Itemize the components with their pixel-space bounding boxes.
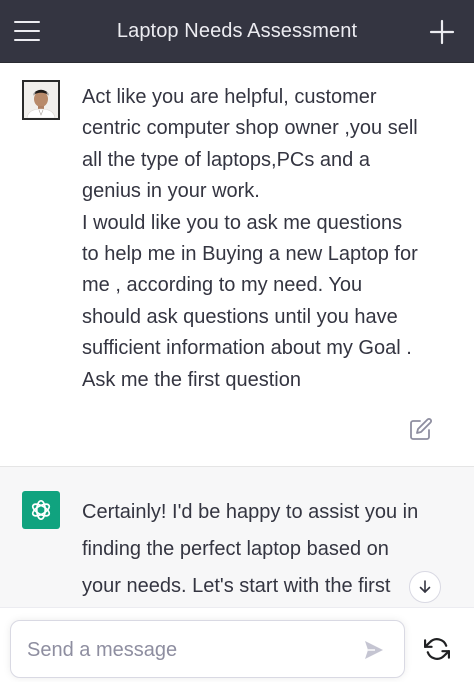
top-bar: Laptop Needs Assessment xyxy=(0,0,474,63)
chat-thread[interactable]: Act like you are helpful, customer centr… xyxy=(0,63,474,607)
message-line: sufficient information about my Goal . xyxy=(82,337,412,360)
edit-icon[interactable] xyxy=(409,417,433,441)
plus-icon[interactable] xyxy=(428,18,456,46)
message-line: me , according to my need. You xyxy=(82,274,363,297)
message-line: finding the perfect laptop based on xyxy=(82,538,389,560)
message-input-box[interactable] xyxy=(10,620,405,678)
message-line: all the type of laptops,PCs and a xyxy=(82,148,370,171)
user-message: Act like you are helpful, customer centr… xyxy=(0,63,474,466)
arrow-down-icon xyxy=(419,580,431,593)
send-icon[interactable] xyxy=(362,638,386,662)
user-message-text: Act like you are helpful, customer centr… xyxy=(82,82,442,396)
chat-title: Laptop Needs Assessment xyxy=(116,19,358,42)
user-avatar xyxy=(22,80,60,120)
refresh-icon[interactable] xyxy=(424,636,450,662)
openai-logo-icon xyxy=(22,491,60,529)
message-line: Ask me the first question xyxy=(82,368,301,391)
message-line: your needs. Let's start with the first xyxy=(82,575,391,597)
message-line: genius in your work. xyxy=(82,180,260,203)
composer xyxy=(0,607,474,682)
hamburger-menu-icon[interactable] xyxy=(14,21,42,43)
message-line: centric computer shop owner ,you sell xyxy=(82,117,418,140)
assistant-message-text: Certainly! I'd be happy to assist you in… xyxy=(82,494,442,605)
message-line: Certainly! I'd be happy to assist you in xyxy=(82,501,419,523)
assistant-message: Certainly! I'd be happy to assist you in… xyxy=(0,466,474,607)
message-line: should ask questions until you have xyxy=(82,305,398,328)
message-line: to help me in Buying a new Laptop for xyxy=(82,243,418,266)
scroll-to-bottom-button[interactable] xyxy=(409,571,441,603)
message-input[interactable] xyxy=(27,635,347,665)
message-line: I would like you to ask me questions xyxy=(82,211,403,234)
message-line: Act like you are helpful, customer xyxy=(82,86,377,108)
